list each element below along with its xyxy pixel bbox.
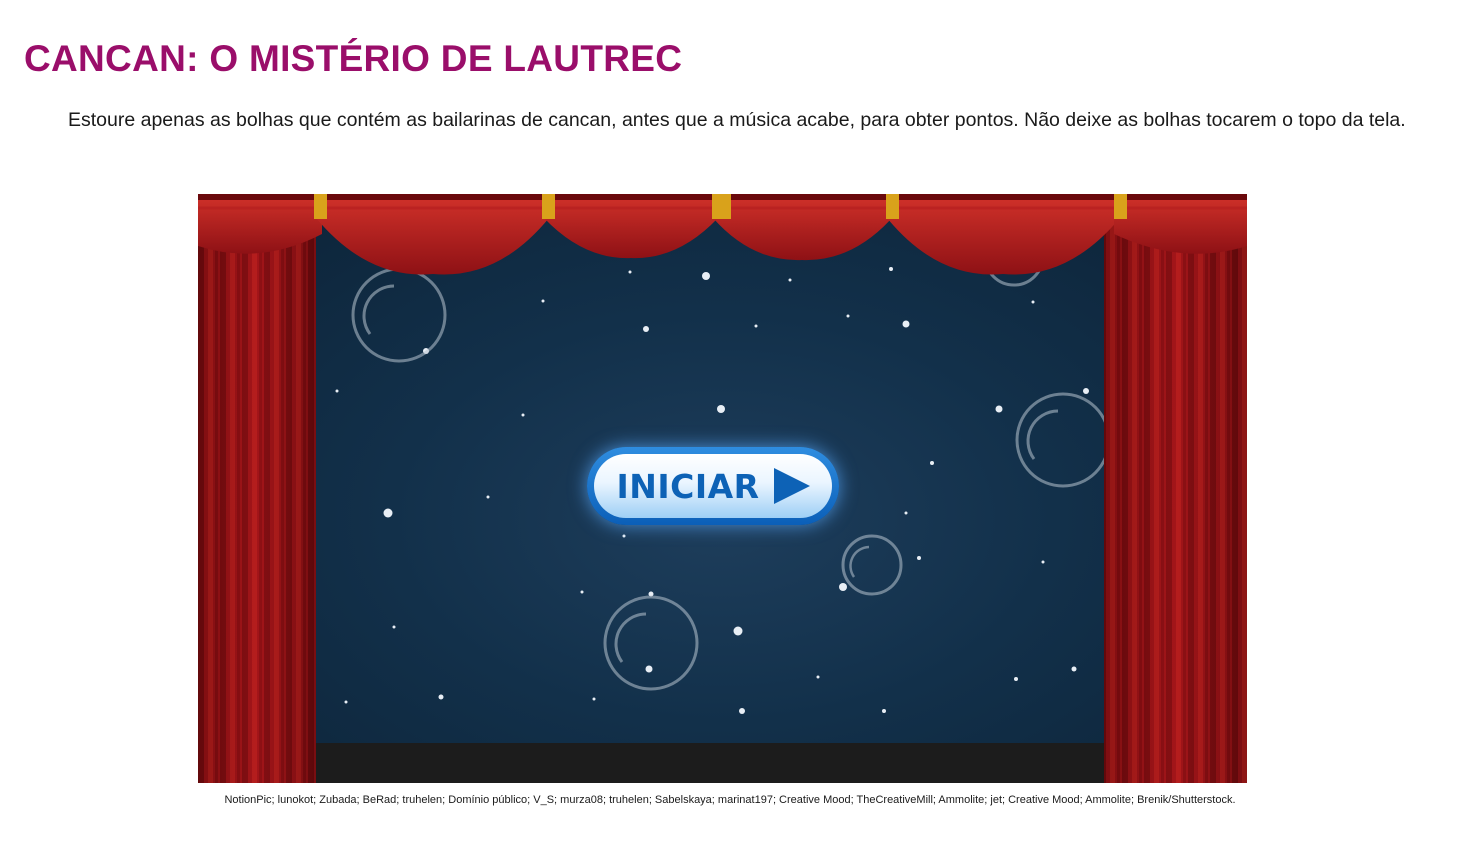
bubble[interactable]	[603, 595, 699, 691]
left-curtain	[198, 194, 316, 783]
start-button-label: INICIAR	[616, 466, 760, 506]
start-button[interactable]: INICIAR	[587, 447, 839, 525]
image-credits: NotionPic; lunokot; Zubada; BeRad; truhe…	[224, 794, 1236, 806]
start-button-face: INICIAR	[594, 454, 832, 518]
game-instructions: Estoure apenas as bolhas que contém as b…	[68, 109, 1406, 131]
bubble[interactable]	[1015, 392, 1111, 488]
bubble[interactable]	[841, 534, 903, 596]
right-curtain	[1104, 194, 1247, 783]
page-title: CANCAN: O MISTÉRIO DE LAUTREC	[24, 38, 683, 79]
bubble[interactable]	[351, 267, 447, 363]
game-stage[interactable]: INICIAR	[198, 194, 1247, 783]
stage-floor	[198, 743, 1247, 783]
play-arrow-icon	[773, 468, 810, 504]
